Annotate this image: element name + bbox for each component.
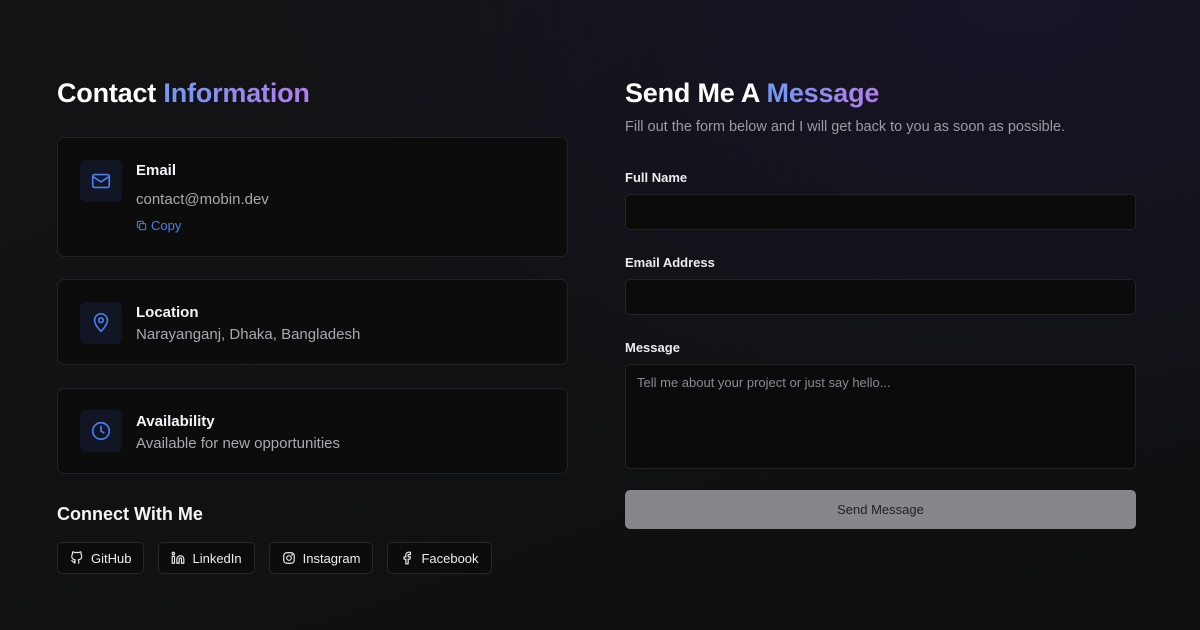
mail-icon	[80, 160, 122, 202]
full-name-input[interactable]	[625, 194, 1136, 230]
form-heading-accent: Message	[766, 78, 880, 108]
linkedin-link[interactable]: LinkedIn	[158, 542, 255, 574]
linkedin-label: LinkedIn	[192, 550, 242, 566]
contact-heading-accent: Information	[163, 78, 310, 108]
contact-heading-plain: Contact	[57, 78, 157, 108]
connect-title: Connect With Me	[57, 504, 203, 524]
availability-title: Availability	[136, 413, 215, 430]
email-value: contact@mobin.dev	[136, 191, 269, 208]
copy-label: Copy	[151, 218, 182, 233]
clock-icon	[80, 410, 122, 452]
form-subtitle: Fill out the form below and I will get b…	[625, 119, 1066, 135]
facebook-link[interactable]: Facebook	[387, 542, 492, 574]
copy-icon	[136, 220, 147, 231]
contact-heading: Contact Information	[57, 76, 568, 110]
email-address-label: Email Address	[625, 255, 715, 270]
github-icon	[71, 551, 83, 564]
github-label: GitHub	[91, 550, 132, 566]
facebook-label: Facebook	[421, 550, 479, 566]
social-links: GitHub LinkedIn Instagram Facebook	[57, 542, 492, 574]
github-link[interactable]: GitHub	[57, 542, 145, 574]
linkedin-icon	[172, 551, 185, 564]
form-heading: Send Me A Message	[625, 76, 1136, 110]
instagram-link[interactable]: Instagram	[268, 542, 374, 574]
contact-form-section: Send Me A Message Fill out the form belo…	[625, 76, 1136, 529]
availability-value: Available for new opportunities	[136, 435, 341, 452]
email-title: Email	[136, 162, 177, 179]
location-card: Location Narayanganj, Dhaka, Bangladesh	[57, 279, 568, 365]
message-textarea[interactable]	[625, 364, 1136, 469]
location-value: Narayanganj, Dhaka, Bangladesh	[136, 326, 361, 343]
instagram-label: Instagram	[302, 550, 361, 566]
availability-card: Availability Available for new opportuni…	[57, 388, 568, 474]
full-name-label: Full Name	[625, 170, 688, 185]
email-card: Email contact@mobin.dev Copy	[57, 137, 568, 257]
instagram-icon	[282, 552, 295, 564]
facebook-icon	[403, 551, 412, 565]
email-address-input[interactable]	[625, 279, 1136, 315]
copy-email-button[interactable]: Copy	[136, 218, 181, 233]
contact-information-section: Contact Information Email contact@mobin.…	[57, 76, 568, 574]
location-title: Location	[136, 304, 199, 321]
send-message-button[interactable]: Send Message	[625, 490, 1136, 529]
message-label: Message	[625, 340, 680, 355]
map-pin-icon	[80, 302, 122, 344]
form-heading-plain: Send Me A	[625, 78, 760, 108]
